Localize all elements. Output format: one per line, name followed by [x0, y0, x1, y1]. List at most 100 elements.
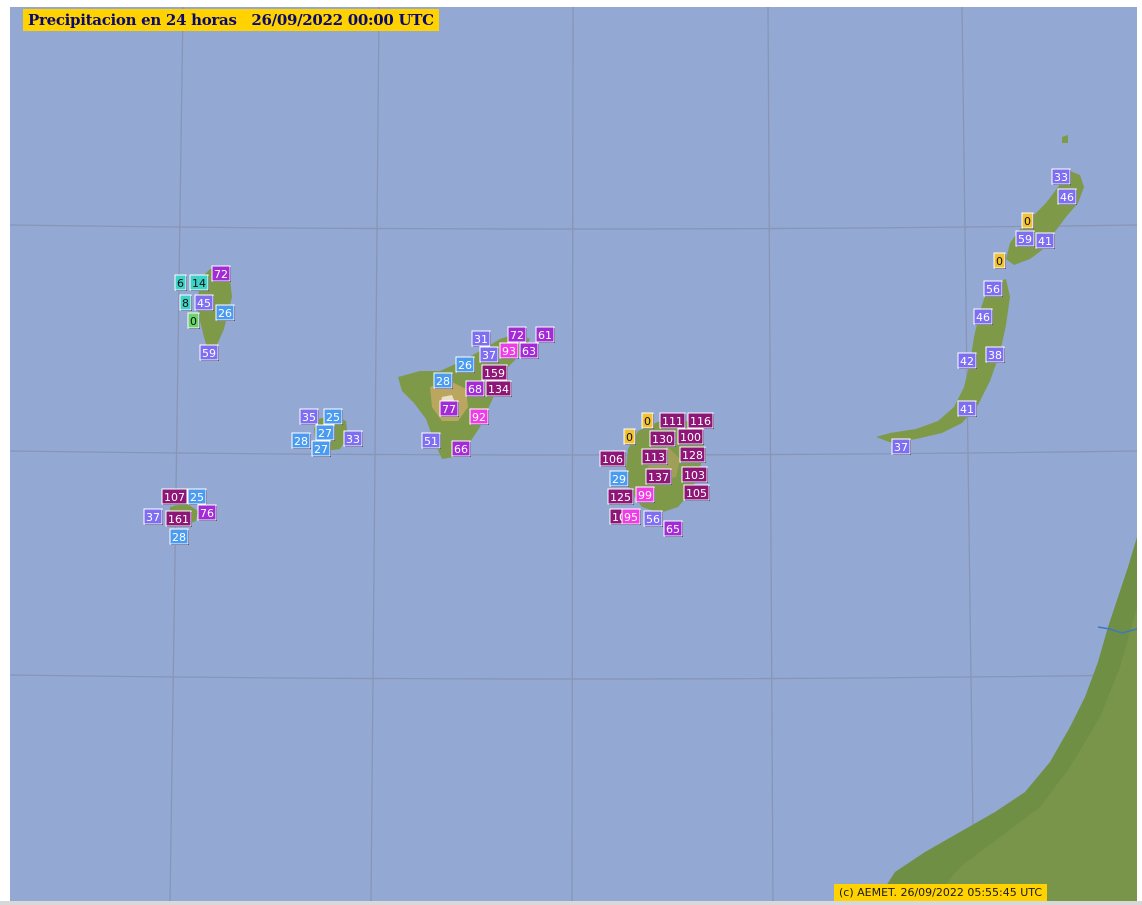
bottom-strip: [0, 901, 1142, 905]
station-value: 28: [436, 375, 450, 388]
station-value: 45: [197, 297, 211, 310]
station-value: 106: [602, 453, 623, 466]
station-value: 92: [472, 411, 486, 424]
station-label: 66: [451, 440, 471, 457]
station-value: 103: [684, 469, 705, 482]
station-value: 37: [482, 349, 496, 362]
station-value: 51: [424, 435, 438, 448]
station-label: 65: [663, 520, 683, 537]
station-value: 46: [976, 311, 990, 324]
station-label: 77: [439, 400, 459, 417]
station-value: 41: [1038, 235, 1052, 248]
station-value: 25: [326, 411, 340, 424]
station-label: 61: [535, 326, 555, 343]
station-label: 37: [891, 438, 911, 455]
station-label: 107: [161, 488, 188, 505]
station-label: 0: [1021, 212, 1034, 229]
station-value: 111: [662, 415, 683, 428]
station-value: 159: [484, 367, 505, 380]
station-value: 14: [192, 277, 206, 290]
station-label: 37: [479, 346, 499, 363]
copyright-label: (c) AEMET. 26/09/2022 05:55:45 UTC: [834, 884, 1048, 902]
station-value: 27: [314, 443, 328, 456]
precipitation-map: 72 6 14 8 45 26 0 59 35 25 27 28 33 27 107 25 37 161 76 28 3…: [10, 7, 1137, 903]
station-label: 41: [957, 400, 977, 417]
station-value: 8: [182, 297, 189, 310]
station-label: 37: [143, 508, 163, 525]
station-value: 56: [646, 513, 660, 526]
station-label: 68: [465, 380, 485, 397]
station-value: 0: [644, 415, 651, 428]
station-value: 100: [680, 431, 701, 444]
station-label: 106: [599, 450, 626, 467]
station-label: 26: [455, 356, 475, 373]
station-label: 111: [659, 412, 686, 429]
station-value: 77: [442, 403, 456, 416]
station-label: 28: [169, 528, 189, 545]
station-value: 95: [624, 511, 638, 524]
station-label: 35: [299, 408, 319, 425]
station-label: 161: [165, 510, 192, 527]
station-value: 161: [168, 513, 189, 526]
station-label: 72: [507, 326, 527, 343]
station-label: 33: [1051, 168, 1071, 185]
station-value: 0: [1024, 215, 1031, 228]
station-value: 0: [190, 315, 197, 328]
station-label: 29: [609, 470, 629, 487]
station-label: 100: [677, 428, 704, 445]
station-value: 66: [454, 443, 468, 456]
station-label: 130: [649, 430, 676, 447]
station-value: 42: [960, 355, 974, 368]
station-value: 99: [638, 489, 652, 502]
station-label: 14: [189, 274, 209, 291]
station-label: 56: [983, 280, 1003, 297]
station-value: 26: [458, 359, 472, 372]
station-value: 28: [172, 531, 186, 544]
station-label: 26: [215, 304, 235, 321]
station-value: 56: [986, 283, 1000, 296]
station-value: 0: [626, 431, 633, 444]
station-label: 0: [623, 428, 636, 445]
station-label: 38: [985, 346, 1005, 363]
station-value: 68: [468, 383, 482, 396]
station-label: 63: [519, 342, 539, 359]
station-value: 41: [960, 403, 974, 416]
station-value: 25: [190, 491, 204, 504]
station-label: 103: [681, 466, 708, 483]
station-value: 134: [488, 383, 509, 396]
station-label: 28: [433, 372, 453, 389]
station-value: 107: [164, 491, 185, 504]
station-value: 33: [346, 433, 360, 446]
station-value: 38: [988, 349, 1002, 362]
station-label: 59: [199, 344, 219, 361]
station-label: 95: [621, 508, 641, 525]
station-label: 134: [485, 380, 512, 397]
station-value: 27: [318, 427, 332, 440]
station-value: 29: [612, 473, 626, 486]
station-label: 128: [679, 446, 706, 463]
station-label: 159: [481, 364, 508, 381]
station-value: 37: [146, 511, 160, 524]
station-label: 93: [499, 342, 519, 359]
station-value: 130: [652, 433, 673, 446]
station-value: 6: [177, 277, 184, 290]
map-title: Precipitacion en 24 horas 26/09/2022 00:…: [23, 9, 439, 31]
station-label: 76: [197, 504, 217, 521]
station-value: 37: [894, 441, 908, 454]
station-value: 116: [690, 415, 711, 428]
station-value: 28: [294, 435, 308, 448]
station-label: 137: [645, 468, 672, 485]
station-value: 26: [218, 307, 232, 320]
station-value: 46: [1060, 191, 1074, 204]
station-value: 65: [666, 523, 680, 536]
station-value: 63: [522, 345, 536, 358]
station-label: 116: [687, 412, 714, 429]
station-value: 31: [474, 333, 488, 346]
station-label: 6: [174, 274, 187, 291]
station-label: 41: [1035, 232, 1055, 249]
station-label: 99: [635, 486, 655, 503]
station-value: 61: [538, 329, 552, 342]
station-label: 28: [291, 432, 311, 449]
station-value: 105: [686, 487, 707, 500]
station-value: 76: [200, 507, 214, 520]
